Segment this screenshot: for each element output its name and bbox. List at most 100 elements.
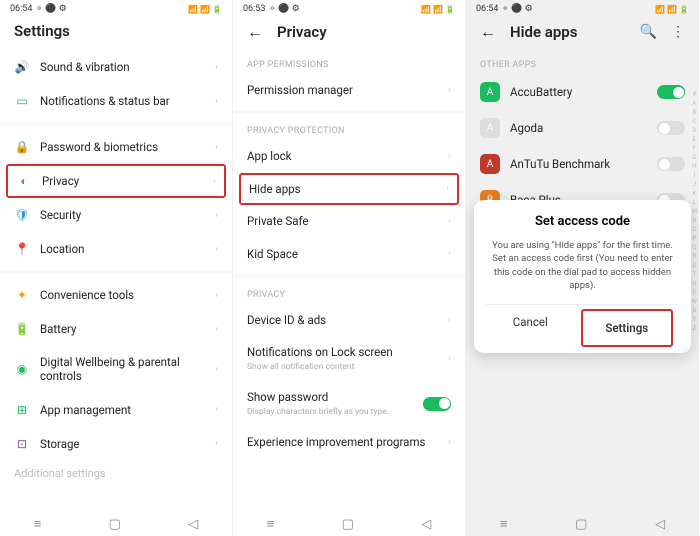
index-F[interactable]: F	[693, 144, 696, 153]
page-title: Hide apps	[510, 23, 626, 41]
additional-settings[interactable]: Additional settings	[0, 461, 232, 486]
settings-row-battery[interactable]: 🔋Battery›	[0, 312, 232, 346]
chevron-right-icon: ›	[448, 353, 451, 364]
index-P[interactable]: P	[692, 234, 696, 243]
index-C[interactable]: C	[692, 117, 696, 126]
privacy-row-app-lock[interactable]: App lock›	[233, 140, 465, 172]
settings-row-password-biometrics[interactable]: 🔒Password & biometrics›	[0, 130, 232, 164]
row-label: Sound & vibration	[40, 60, 205, 74]
chevron-right-icon: ›	[215, 290, 218, 301]
privacy-row-device-id-ads[interactable]: Device ID & ads›	[233, 304, 465, 336]
cancel-button[interactable]: Cancel	[486, 305, 575, 353]
recents-icon[interactable]: ≡	[34, 516, 42, 532]
back-icon[interactable]: ←	[247, 22, 263, 42]
back-icon[interactable]: ←	[480, 22, 496, 42]
recents-icon[interactable]: ≡	[500, 516, 508, 532]
home-icon[interactable]: ▢	[109, 517, 121, 532]
settings-row-privacy[interactable]: ◐Privacy›	[6, 164, 226, 198]
chevron-right-icon: ›	[448, 216, 451, 227]
row-label: Notifications & status bar	[40, 94, 205, 108]
settings-row-notifications-status-bar[interactable]: ▭Notifications & status bar›	[0, 84, 232, 118]
index-M[interactable]: M	[692, 207, 697, 216]
index-Y[interactable]: Y	[693, 315, 697, 324]
app-name: Agoda	[510, 121, 647, 135]
settings-button[interactable]: Settings	[581, 309, 674, 347]
index-#[interactable]: #	[692, 90, 696, 99]
index-N[interactable]: N	[692, 216, 696, 225]
row-label: Kid Space	[247, 247, 438, 261]
privacy-row-notifications-on-lock-screen[interactable]: Notifications on Lock screenShow all not…	[233, 336, 465, 381]
settings-row-storage[interactable]: ⊡Storage›	[0, 427, 232, 461]
status-bar: 06:53 ⚬ ⚫ ⚙ 📶 📶 🔋	[233, 0, 465, 16]
section-header: APP PERMISSIONS	[233, 52, 465, 74]
index-S[interactable]: S	[693, 261, 697, 270]
index-H[interactable]: H	[692, 162, 696, 171]
settings-row-security[interactable]: 🛡Security›	[0, 198, 232, 232]
settings-row-sound-vibration[interactable]: 🔊Sound & vibration›	[0, 50, 232, 84]
row-label: App lock	[247, 149, 438, 163]
index-J[interactable]: J	[693, 180, 696, 189]
chevron-right-icon: ›	[215, 324, 218, 335]
app-row-agoda[interactable]: A Agoda	[466, 110, 699, 146]
index-R[interactable]: R	[692, 252, 696, 261]
index-W[interactable]: W	[692, 297, 697, 306]
status-bar: 06:54 ⚬ ⚫ ⚙ 📶 📶 🔋	[466, 0, 699, 16]
index-O[interactable]: O	[692, 225, 696, 234]
header: ← Privacy	[233, 16, 465, 52]
section-header: OTHER APPS	[466, 52, 699, 74]
header: ← Hide apps 🔍 ⋮	[466, 16, 699, 52]
index-B[interactable]: B	[692, 108, 696, 117]
row-label: Show passwordDisplay characters briefly …	[247, 390, 413, 417]
toggle[interactable]	[657, 157, 685, 171]
app-row-accubattery[interactable]: AAccuBattery	[466, 74, 699, 110]
toggle[interactable]	[423, 397, 451, 411]
back-icon[interactable]: ◁	[655, 517, 665, 532]
index-V[interactable]: V	[692, 288, 696, 297]
index-A[interactable]: A	[692, 99, 696, 108]
settings-row-convenience-tools[interactable]: ✦Convenience tools›	[0, 278, 232, 312]
app-row-antutu-benchmark[interactable]: AAnTuTu Benchmark	[466, 146, 699, 182]
section-header: PRIVACY PROTECTION	[233, 118, 465, 140]
back-icon[interactable]: ◁	[188, 517, 198, 532]
more-icon[interactable]: ⋮	[671, 24, 685, 40]
settings-row-digital-wellbeing-parental-controls[interactable]: ◉Digital Wellbeing & parental controls›	[0, 346, 232, 393]
header: Settings	[0, 16, 232, 50]
recents-icon[interactable]: ≡	[267, 516, 275, 532]
index-E[interactable]: E	[693, 135, 696, 144]
search-icon[interactable]: 🔍	[640, 24, 657, 40]
divider	[233, 110, 465, 114]
privacy-row-hide-apps[interactable]: Hide apps›	[239, 173, 459, 205]
index-Q[interactable]: Q	[692, 243, 696, 252]
row-sublabel: Display characters briefly as you type.	[247, 407, 413, 418]
privacy-row-kid-space[interactable]: Kid Space›	[233, 238, 465, 270]
privacy-row-show-password[interactable]: Show passwordDisplay characters briefly …	[233, 381, 465, 426]
home-icon[interactable]: ▢	[575, 517, 587, 532]
index-D[interactable]: D	[692, 126, 696, 135]
index-I[interactable]: I	[694, 171, 696, 180]
row-icon: ▭	[14, 93, 30, 109]
index-K[interactable]: K	[692, 189, 696, 198]
back-icon[interactable]: ◁	[421, 517, 431, 532]
index-G[interactable]: G	[692, 153, 696, 162]
chevron-right-icon: ›	[215, 244, 218, 255]
index-T[interactable]: T	[693, 270, 697, 279]
settings-row-location[interactable]: 📍Location›	[0, 232, 232, 266]
row-label: Location	[40, 242, 205, 256]
row-label: Privacy	[42, 174, 203, 188]
index-L[interactable]: L	[693, 198, 696, 207]
settings-row-app-management[interactable]: ⊞App management›	[0, 393, 232, 427]
privacy-row-private-safe[interactable]: Private Safe›	[233, 205, 465, 237]
privacy-row-experience-improvement-programs[interactable]: Experience improvement programs›	[233, 426, 465, 458]
app-icon: A	[480, 118, 500, 138]
privacy-row-permission-manager[interactable]: Permission manager›	[233, 74, 465, 106]
index-U[interactable]: U	[692, 279, 696, 288]
index-Z[interactable]: Z	[693, 324, 697, 333]
modal-title: Set access code	[486, 214, 679, 229]
app-icon: A	[480, 82, 500, 102]
home-icon[interactable]: ▢	[342, 517, 354, 532]
toggle[interactable]	[657, 121, 685, 135]
nav-bar: ≡ ▢ ◁	[0, 512, 232, 536]
alpha-index[interactable]: #ABCDEFGHIJKLMNOPQRSTUVWXYZ	[692, 90, 697, 333]
toggle[interactable]	[657, 85, 685, 99]
index-X[interactable]: X	[692, 306, 696, 315]
